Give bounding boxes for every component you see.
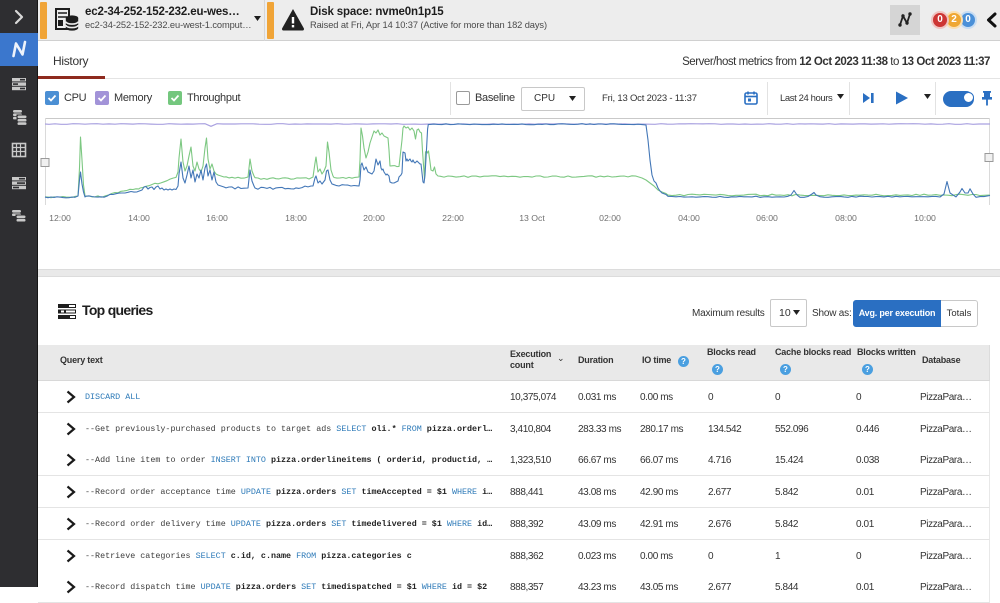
svg-text:13 Oct: 13 Oct: [519, 213, 545, 223]
svg-text:20:00: 20:00: [363, 213, 385, 223]
svg-text:10:00: 10:00: [914, 213, 936, 223]
svg-text:18:00: 18:00: [285, 213, 307, 223]
svg-text:14:00: 14:00: [128, 213, 150, 223]
svg-text:02:00: 02:00: [599, 213, 621, 223]
svg-text:22:00: 22:00: [442, 213, 464, 223]
svg-text:04:00: 04:00: [678, 213, 700, 223]
svg-text:08:00: 08:00: [835, 213, 857, 223]
svg-text:06:00: 06:00: [756, 213, 778, 223]
svg-text:12:00: 12:00: [49, 213, 71, 223]
svg-text:16:00: 16:00: [206, 213, 228, 223]
